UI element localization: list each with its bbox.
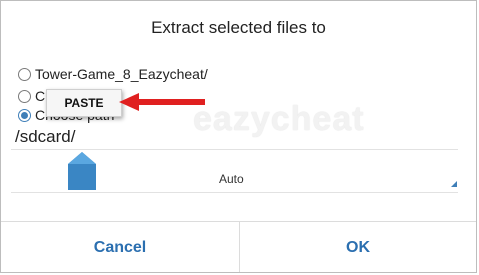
radio-button-selected[interactable]: [18, 108, 31, 122]
option-folder-name[interactable]: Tower-Game_8_Eazycheat/: [18, 63, 208, 85]
radio-button[interactable]: [18, 89, 31, 103]
extract-dialog: Extract selected files to Tower-Game_8_E…: [0, 0, 477, 273]
path-underline: [11, 149, 458, 150]
watermark-text: eazycheat: [193, 100, 365, 138]
paste-menu-item[interactable]: PASTE: [46, 89, 122, 117]
dialog-title: Extract selected files to: [151, 18, 326, 37]
ok-button[interactable]: OK: [240, 222, 476, 274]
cancel-button[interactable]: Cancel: [1, 222, 239, 274]
option-label: C: [35, 88, 46, 104]
spinner-underline: [11, 192, 458, 193]
option-label: Tower-Game_8_Eazycheat/: [35, 66, 208, 82]
spinner-dropdown-icon[interactable]: [451, 181, 457, 187]
red-arrow-icon: [119, 93, 205, 111]
text-cursor-handle-icon[interactable]: [68, 152, 96, 190]
path-input[interactable]: /sdcard/: [15, 127, 75, 147]
encoding-spinner-value[interactable]: Auto: [219, 172, 244, 186]
radio-button[interactable]: [18, 67, 31, 81]
